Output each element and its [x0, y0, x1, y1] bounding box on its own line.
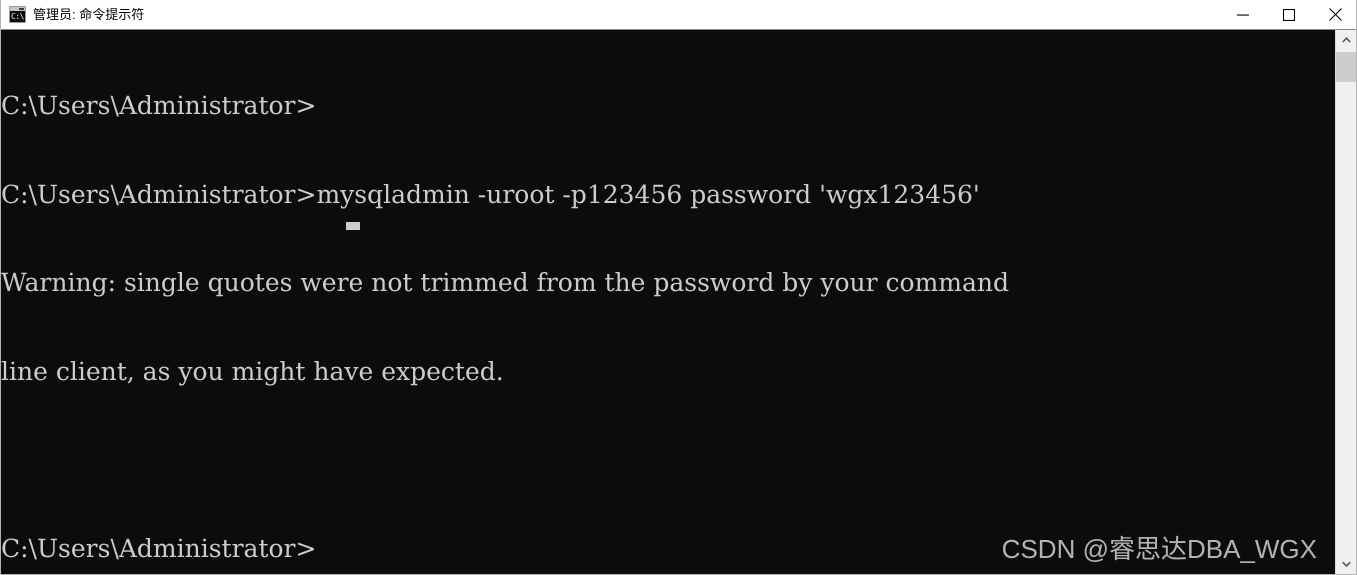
window-controls	[1220, 0, 1356, 29]
terminal-output-area[interactable]: C:\Users\Administrator> C:\Users\Adminis…	[1, 30, 1337, 574]
chevron-up-icon	[1341, 37, 1351, 43]
cmd-console-icon: C:\	[9, 6, 26, 23]
console-line: Warning: single quotes were not trimmed …	[1, 268, 1010, 297]
icon-prompt-glyph: C:\	[11, 12, 24, 21]
title-bar[interactable]: C:\ 管理员: 命令提示符	[1, 0, 1356, 30]
command-prompt-window: C:\ 管理员: 命令提示符 C:\Users\Administrator> C…	[0, 0, 1357, 575]
window-title: 管理员: 命令提示符	[33, 6, 145, 22]
maximize-button[interactable]	[1266, 0, 1312, 29]
close-button[interactable]	[1312, 0, 1356, 29]
console-line: C:\Users\Administrator>mysqladmin -uroot…	[1, 179, 980, 209]
close-icon	[1328, 8, 1342, 21]
minimize-button[interactable]	[1220, 0, 1266, 29]
scroll-up-button[interactable]	[1336, 30, 1356, 50]
console-text-block: C:\Users\Administrator> C:\Users\Adminis…	[1, 32, 1009, 574]
scrollbar-thumb[interactable]	[1336, 52, 1356, 82]
console-line: C:\Users\Administrator>	[1, 91, 317, 120]
vertical-scrollbar[interactable]	[1335, 30, 1356, 574]
text-cursor	[346, 222, 360, 230]
minimize-icon	[1237, 14, 1249, 16]
console-line: C:\Users\Administrator>	[1, 533, 317, 563]
watermark-label: CSDN @睿思达DBA_WGX	[1001, 534, 1317, 564]
console-line: line client, as you might have expected.	[1, 356, 504, 386]
chevron-down-icon	[1341, 561, 1351, 567]
maximize-icon	[1283, 8, 1295, 21]
icon-titlebar-stripe	[10, 7, 25, 11]
scroll-down-button[interactable]	[1336, 554, 1356, 574]
